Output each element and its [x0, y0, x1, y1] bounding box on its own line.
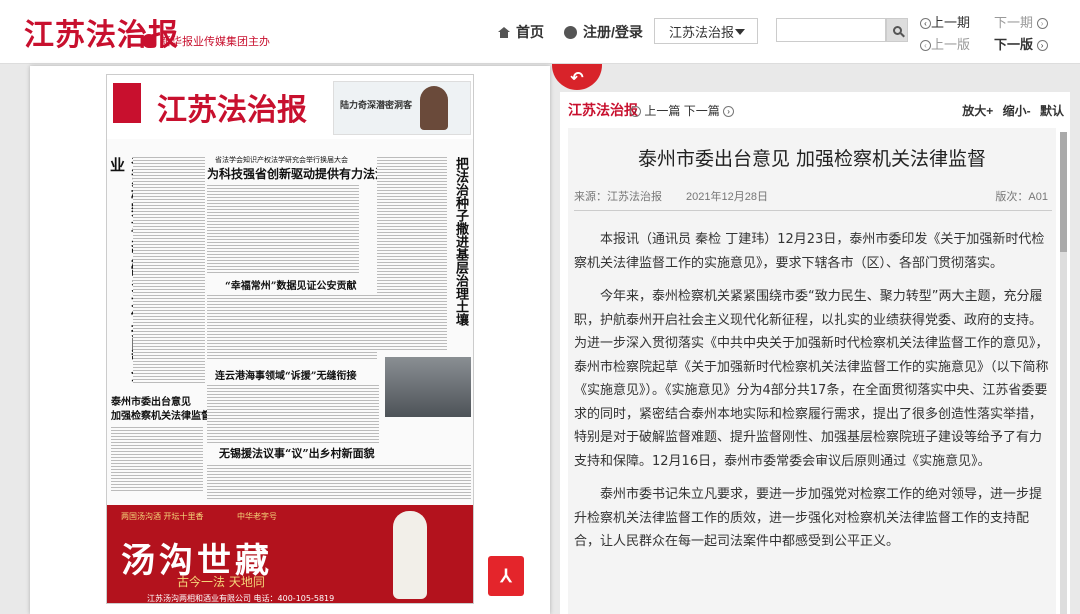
- article-body: 泰州市委出台意见 加强检察机关法律监督 来源：江苏法治报 2021年12月28日…: [568, 128, 1056, 614]
- next-issue-link[interactable]: 下一期 ›: [994, 12, 1048, 34]
- chevron-right-icon: ›: [1036, 18, 1048, 30]
- news-photo[interactable]: [385, 357, 471, 417]
- next-issue-label: 下一期: [994, 15, 1034, 30]
- search-input[interactable]: [776, 18, 886, 42]
- zoom-in-button[interactable]: 放大+: [962, 104, 993, 118]
- nav-register[interactable]: 注册/登录: [564, 22, 643, 42]
- chevron-right-icon: ›: [723, 106, 735, 118]
- lead-text-block[interactable]: [133, 155, 205, 383]
- headline-top-kicker: 省法学会知识产权法学研究会举行换届大会: [215, 156, 348, 164]
- headline-bottom[interactable]: 无锡援法议事“议”出乡村新面貌: [219, 445, 375, 461]
- paper-select-value: 江苏法治报: [669, 24, 735, 40]
- chevron-right-icon: ›: [1036, 40, 1048, 52]
- newspaper-masthead: 江苏法治报 陆力奇深潜密洞客: [107, 75, 473, 139]
- home-icon: [498, 26, 510, 38]
- article-panel: 江苏法治报 ‹ 上一篇 下一篇 › 放大+ 缩小- 默认 泰州市委出台意见 加强…: [560, 92, 1070, 614]
- pdf-download-button[interactable]: ⅄: [488, 556, 524, 596]
- article-nav: ‹ 上一篇 下一篇 ›: [630, 102, 735, 119]
- right-vertical-headline[interactable]: 把法治种子撒进基层治理土壤: [451, 157, 470, 347]
- prev-page-link[interactable]: ‹ 上一版: [920, 34, 970, 56]
- back-button[interactable]: ↶: [552, 64, 602, 90]
- newspaper-page-image[interactable]: 江苏法治报 陆力奇深潜密洞客 江苏检察量身定制多元保护民营企业 泰州市委出台意见…: [106, 74, 474, 604]
- prev-issue-link[interactable]: ‹ 上一期: [920, 12, 970, 34]
- next-article-link[interactable]: 下一篇: [684, 104, 720, 118]
- prev-issue-label: 上一期: [931, 15, 971, 30]
- next-page-link[interactable]: 下一版 ›: [994, 34, 1048, 56]
- zoom-out-button[interactable]: 缩小-: [1003, 104, 1031, 118]
- article-title: 泰州市委出台意见 加强检察机关法律监督: [637, 148, 987, 170]
- top-bar: 江苏法治报 新华报业传媒集团主办 首页 注册/登录 江苏法治报 ‹ 上一期 ‹ 上一…: [0, 0, 1080, 64]
- prev-page-label: 上一版: [931, 37, 971, 52]
- mid-text-block[interactable]: [207, 293, 377, 359]
- article-toolbar: 江苏法治报 ‹ 上一篇 下一篇 › 放大+ 缩小- 默认: [560, 92, 1070, 126]
- ad-footer: 江苏汤沟两相和酒业有限公司 电话：400-105-5819: [147, 594, 335, 603]
- pdf-icon: ⅄: [500, 565, 512, 586]
- divider: [574, 210, 1052, 211]
- main-nav: 首页 注册/登录: [498, 22, 643, 42]
- user-icon: [564, 25, 577, 39]
- caret-down-icon: [735, 29, 745, 35]
- top-text-block[interactable]: [207, 183, 359, 273]
- lower-text-block[interactable]: [207, 383, 379, 443]
- headline-left-small2[interactable]: 加强检察机关法律监督: [111, 407, 211, 422]
- masthead-title: 江苏法治报: [157, 93, 307, 128]
- zoom-default-button[interactable]: 默认: [1040, 104, 1064, 118]
- nav-home-label: 首页: [516, 24, 544, 40]
- pager-right: 下一期 › 下一版 ›: [994, 12, 1048, 56]
- next-page-label: 下一版: [994, 37, 1034, 52]
- sponsor-text: 新华报业传媒集团主办: [160, 35, 270, 48]
- chevron-left-icon: ‹: [630, 106, 641, 118]
- liquor-ad-banner[interactable]: 两国汤沟酒 开坛十里香 中华老字号 汤沟世藏 古今一法 天地同 江苏汤沟两相和酒…: [107, 505, 473, 603]
- sponsor-line: 新华报业传媒集团主办: [142, 33, 270, 49]
- right-text-block[interactable]: [377, 155, 447, 351]
- chevron-left-icon: ‹: [920, 40, 931, 52]
- article-date: 2021年12月28日: [686, 191, 768, 203]
- paper-select[interactable]: 江苏法治报: [654, 18, 758, 44]
- chevron-left-icon: ‹: [920, 18, 931, 30]
- nav-register-label: 注册/登录: [583, 24, 643, 40]
- article-paragraph: 本报讯（通讯员 秦检 丁建玮）12月23日，泰州市委印发《关于加强新时代检察机关…: [574, 232, 1045, 271]
- zoom-controls: 放大+ 缩小- 默认: [956, 102, 1064, 119]
- bottle-image: [393, 511, 427, 599]
- scrollbar-thumb[interactable]: [1060, 132, 1067, 252]
- pager-left: ‹ 上一期 ‹ 上一版: [920, 12, 970, 56]
- article-paragraph: 今年来，泰州检察机关紧紧围绕市委“致力民生、聚力转型”两大主题，充分履职，护航泰…: [574, 289, 1049, 469]
- paper-badge-icon: [113, 83, 141, 123]
- search-icon: [892, 25, 902, 35]
- article-edition: 版次：A01: [995, 191, 1048, 203]
- ad-sub-text: 古今一法 天地同: [177, 575, 265, 589]
- prev-article-link[interactable]: 上一篇: [644, 104, 680, 118]
- masthead-ad[interactable]: 陆力奇深潜密洞客: [333, 81, 471, 135]
- back-arrow-icon: ↶: [570, 67, 584, 87]
- headline-left-small[interactable]: 泰州市委出台意见: [111, 393, 191, 408]
- search-button[interactable]: [886, 18, 908, 42]
- ad-top-left: 两国汤沟酒 开坛十里香: [121, 512, 204, 521]
- left-small-text[interactable]: [111, 425, 203, 493]
- article-logo: 江苏法治报: [568, 103, 638, 119]
- bottom-text-block[interactable]: [207, 463, 471, 501]
- article-paragraph: 泰州市委书记朱立凡要求，要进一步加强党对检察工作的绝对领导，进一步提升检察机关法…: [574, 487, 1043, 549]
- nav-home[interactable]: 首页: [498, 22, 544, 42]
- article-text: 本报讯（通讯员 秦检 丁建玮）12月23日，泰州市委印发《关于加强新时代检察机关…: [574, 228, 1050, 564]
- portrait-image: [420, 86, 448, 130]
- headline-mid[interactable]: “幸福常州”数据见证公安贡献: [225, 277, 357, 292]
- xinhua-logo-icon: [142, 34, 156, 48]
- article-source: 来源：江苏法治报: [574, 191, 662, 203]
- headline-lower[interactable]: 连云港海事领域“诉援”无缝衔接: [215, 367, 357, 382]
- ad-top-right: 中华老字号: [237, 512, 277, 521]
